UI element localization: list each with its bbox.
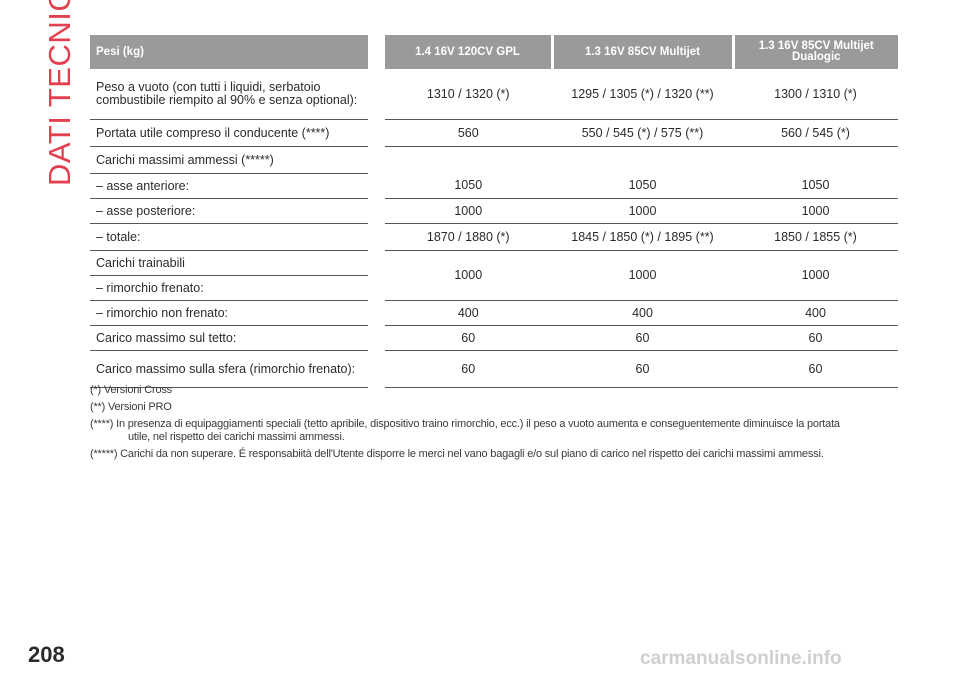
cell-value: 400	[376, 300, 552, 326]
row-label: – asse posteriore:	[90, 198, 385, 224]
cell-value: 400	[733, 300, 898, 326]
cell-value: 1000	[733, 250, 898, 301]
footnotes: (*) Versioni Cross (**) Versioni PRO (**…	[90, 384, 890, 465]
row-label: – asse anteriore:	[90, 173, 385, 199]
row-label: – rimorchio non frenato:	[90, 300, 385, 326]
cell-value: 1050	[552, 173, 733, 199]
table-row: – asse posteriore: 1000 1000 1000	[90, 198, 898, 224]
cell-value: 1050	[733, 173, 898, 199]
section-title: DATI TECNICI	[42, 0, 77, 186]
weights-table: Pesi (kg) 1.4 16V 120CV GPL 1.3 16V 85CV…	[90, 35, 898, 388]
cell-value: 1845 / 1850 (*) / 1895 (**)	[552, 223, 733, 251]
cell-value: 60	[552, 350, 733, 388]
cell-value: 1000	[733, 198, 898, 224]
cell-value: 60	[376, 325, 552, 351]
row-label: Carichi trainabili	[90, 250, 385, 276]
row-label: Carico massimo sul tetto:	[90, 325, 385, 351]
row-label: Peso a vuoto (con tutti i liquidi, serba…	[90, 69, 385, 120]
table-header-row: Pesi (kg) 1.4 16V 120CV GPL 1.3 16V 85CV…	[90, 35, 898, 69]
cell-value: 60	[552, 325, 733, 351]
header-pesi: Pesi (kg)	[90, 35, 385, 69]
cell-value: 1295 / 1305 (*) / 1320 (**)	[552, 69, 733, 120]
cell-value: 60	[376, 350, 552, 388]
footnote-max-loads: (*****) Carichi da non superare. É respo…	[90, 448, 824, 460]
row-label: Carichi massimi ammessi (*****)	[90, 146, 385, 174]
page-number: 208	[28, 642, 65, 667]
cell-value: 1000	[552, 250, 733, 301]
row-label: Portata utile compreso il conducente (**…	[90, 119, 385, 147]
table-row: Peso a vuoto (con tutti i liquidi, serba…	[90, 69, 898, 120]
cell-value: 550 / 545 (*) / 575 (**)	[552, 119, 733, 147]
table-row: – rimorchio non frenato: 400 400 400	[90, 300, 898, 326]
footnote-cross: (*) Versioni Cross	[90, 384, 172, 396]
cell-value: 400	[552, 300, 733, 326]
row-label: Carico massimo sulla sfera (rimorchio fr…	[90, 350, 385, 388]
cell-value: 560	[376, 119, 552, 147]
row-label: – totale:	[90, 223, 385, 251]
cell-empty	[376, 147, 552, 174]
cell-value: 1850 / 1855 (*)	[733, 223, 898, 251]
cell-value: 1000	[552, 198, 733, 224]
cell-value: 1310 / 1320 (*)	[376, 69, 552, 120]
cell-empty	[552, 147, 733, 174]
cell-value: 60	[733, 350, 898, 388]
watermark: carmanualsonline.info	[640, 648, 842, 669]
cell-value: 1870 / 1880 (*)	[376, 223, 552, 251]
table-row: Carichi trainabili 1000 1000 1000	[90, 250, 898, 301]
table-row: Portata utile compreso il conducente (**…	[90, 119, 898, 147]
cell-empty	[733, 147, 898, 174]
table-row: Carico massimo sulla sfera (rimorchio fr…	[90, 350, 898, 388]
cell-value: 1300 / 1310 (*)	[733, 69, 898, 120]
cell-value: 1000	[376, 198, 552, 224]
table-row: – totale: 1870 / 1880 (*) 1845 / 1850 (*…	[90, 223, 898, 251]
weights-table-container: Pesi (kg) 1.4 16V 120CV GPL 1.3 16V 85CV…	[90, 35, 898, 388]
cell-value: 1000	[376, 250, 552, 301]
header-multijet: 1.3 16V 85CV Multijet	[550, 35, 733, 69]
footnote-special-equipment: (****) In presenza di equipaggiamenti sp…	[90, 418, 890, 444]
header-dualogic: 1.3 16V 85CV Multijet Dualogic	[731, 35, 898, 69]
footnote-text: (****) In presenza di equipaggiamenti sp…	[90, 418, 840, 430]
row-label: – rimorchio frenato:	[90, 275, 385, 301]
footnote-pro: (**) Versioni PRO	[90, 401, 172, 413]
table-row: Carichi massimi ammessi (*****)	[90, 146, 898, 174]
footnote-text: utile, nel rispetto dei carichi massimi …	[128, 431, 345, 443]
header-gpl: 1.4 16V 120CV GPL	[374, 35, 552, 69]
cell-value: 60	[733, 325, 898, 351]
cell-value: 560 / 545 (*)	[733, 119, 898, 147]
table-row: – asse anteriore: 1050 1050 1050	[90, 173, 898, 199]
table-row: Carico massimo sul tetto: 60 60 60	[90, 325, 898, 351]
cell-value: 1050	[376, 173, 552, 199]
